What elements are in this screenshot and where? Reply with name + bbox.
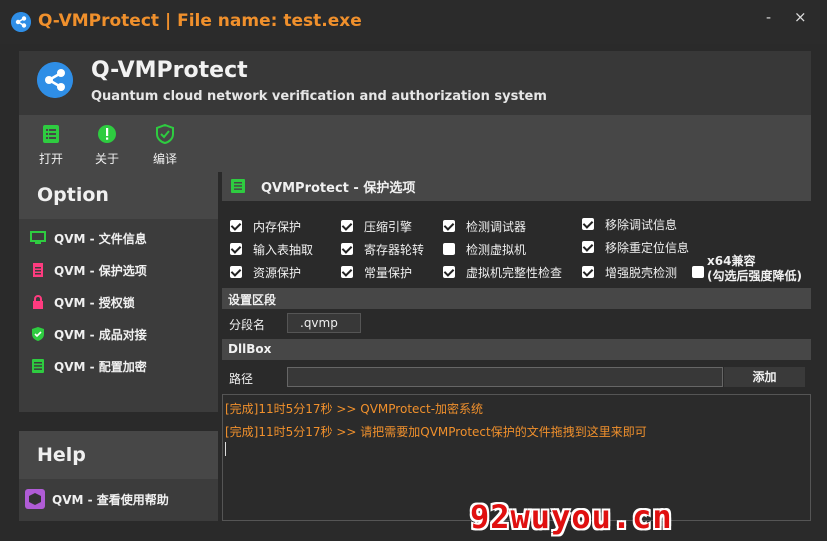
window-title: Q-VMProtect | File name: test.exe — [38, 11, 362, 31]
dllbox-bar — [222, 339, 811, 360]
checkbox-label: 寄存器轮转 — [364, 243, 425, 257]
sidebar-item-protect-options[interactable]: QVM - 保护选项 — [19, 255, 218, 287]
text-caret — [225, 442, 226, 456]
checkbox-box[interactable] — [692, 266, 704, 278]
help-item[interactable]: QVM - 查看使用帮助 — [19, 479, 218, 521]
app-logo-icon — [37, 62, 73, 98]
about-button[interactable]: 关于 — [87, 120, 127, 168]
document-icon — [33, 263, 43, 277]
checkbox-box[interactable] — [341, 266, 353, 278]
shield-check-icon — [32, 327, 44, 341]
checkbox-label: 增强脱壳检测 — [605, 266, 678, 280]
app-logo-icon — [11, 12, 31, 32]
checkbox-box[interactable] — [443, 220, 455, 232]
checkbox-box[interactable] — [443, 243, 455, 255]
checkbox-label: 内存保护 — [253, 220, 302, 234]
checkbox-label: 常量保护 — [364, 266, 413, 280]
sidebar-item-label: QVM - 成品对接 — [54, 328, 147, 342]
checkbox-box[interactable] — [582, 218, 594, 230]
toolbar — [19, 115, 811, 172]
list-icon — [231, 179, 245, 193]
sidebar-item-label: QVM - 配置加密 — [54, 360, 147, 374]
sidebar-item-label: QVM - 文件信息 — [54, 232, 147, 246]
monitor-icon — [30, 231, 46, 244]
sidebar-item-label: QVM - 保护选项 — [54, 264, 147, 278]
section-settings-title: 设置区段 — [228, 293, 277, 307]
checkbox-label: 资源保护 — [253, 266, 302, 280]
dllbox-title: DllBox — [228, 342, 272, 356]
protect-options-title: QVMProtect - 保护选项 — [261, 181, 416, 196]
close-button[interactable]: × — [794, 8, 807, 26]
lock-icon — [33, 295, 43, 309]
box-icon — [25, 489, 45, 509]
checkbox-box[interactable] — [443, 266, 455, 278]
open-button[interactable]: 打开 — [31, 120, 71, 168]
checkbox-label: 虚拟机完整性检查 — [466, 266, 563, 280]
sidebar-item-config-encrypt[interactable]: QVM - 配置加密 — [19, 351, 218, 383]
sidebar-item-file-info[interactable]: QVM - 文件信息 — [19, 223, 218, 255]
help-item-label: QVM - 查看使用帮助 — [52, 493, 169, 507]
segment-name-label: 分段名 — [229, 318, 266, 332]
info-icon — [98, 125, 116, 143]
x64-compat-note: (勾选后强度降低) — [707, 269, 802, 283]
help-title: Help — [37, 444, 86, 466]
section-settings-bar — [222, 288, 811, 309]
list-icon — [43, 125, 59, 143]
checkbox-x64-compat[interactable] — [692, 264, 704, 280]
checkbox-label: 检测虚拟机 — [466, 243, 527, 257]
checkbox-label: 移除调试信息 — [605, 218, 678, 232]
segment-name-input[interactable] — [287, 313, 361, 333]
compile-button[interactable]: 编译 — [145, 120, 185, 168]
app-title: Q-VMProtect — [91, 58, 248, 83]
shield-check-icon — [156, 124, 174, 144]
open-label: 打开 — [38, 152, 63, 166]
checkbox-box[interactable] — [230, 220, 242, 232]
checkbox-box[interactable] — [341, 243, 353, 255]
list-icon — [32, 359, 44, 373]
x64-compat-title: x64兼容 — [707, 254, 756, 268]
about-label: 关于 — [94, 152, 119, 166]
checkbox-box[interactable] — [341, 220, 353, 232]
minimize-button[interactable]: - — [766, 10, 771, 26]
checkbox-box[interactable] — [230, 243, 242, 255]
checkbox-label: 输入表抽取 — [253, 243, 314, 257]
sidebar-item-label: QVM - 授权锁 — [54, 296, 135, 310]
x64-compat-label: x64兼容 (勾选后强度降低) — [707, 254, 802, 284]
sidebar-title: Option — [37, 184, 109, 206]
log-line: [完成]11时5分17秒 >> QVMProtect-加密系统 — [225, 402, 484, 416]
path-input[interactable] — [287, 367, 723, 387]
watermark: 92wuyou.cn — [470, 498, 673, 536]
checkbox-box[interactable] — [582, 241, 594, 253]
checkbox-label: 移除重定位信息 — [605, 241, 690, 255]
checkbox-label: 检测调试器 — [466, 220, 527, 234]
log-line: [完成]11时5分17秒 >> 请把需要加QVMProtect保护的文件拖拽到这… — [225, 425, 647, 439]
sidebar-item-product-dock[interactable]: QVM - 成品对接 — [19, 319, 218, 351]
compile-label: 编译 — [152, 152, 177, 166]
checkbox-label: 压缩引擎 — [364, 220, 413, 234]
path-label: 路径 — [229, 372, 254, 386]
checkbox-box[interactable] — [582, 266, 594, 278]
checkbox-box[interactable] — [230, 266, 242, 278]
sidebar-item-license-lock[interactable]: QVM - 授权锁 — [19, 287, 218, 319]
app-subtitle: Quantum cloud network verification and a… — [91, 89, 547, 104]
add-button[interactable]: 添加 — [724, 367, 805, 387]
